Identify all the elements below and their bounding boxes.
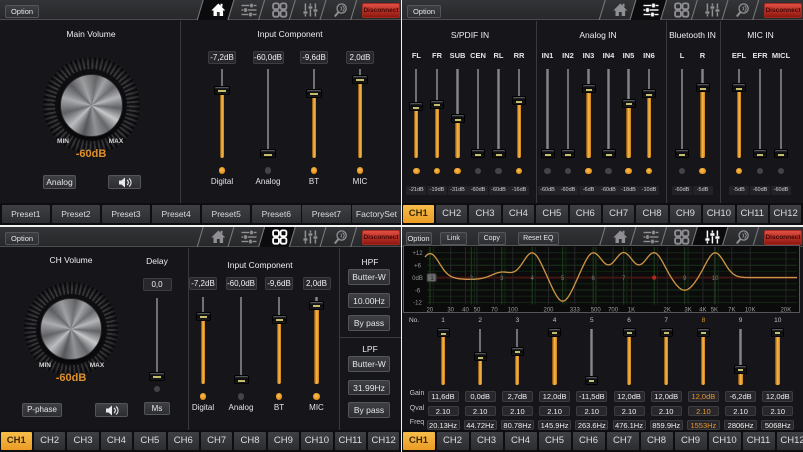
svg-text:20K: 20K (781, 308, 792, 314)
svg-text:4K: 4K (699, 308, 706, 314)
svg-text:+6: +6 (414, 264, 422, 270)
svg-text:2K: 2K (664, 308, 671, 314)
svg-text:-12: -12 (413, 301, 422, 307)
svg-text:+12: +12 (412, 251, 423, 257)
svg-text:3K: 3K (684, 308, 691, 314)
svg-text:50: 50 (474, 308, 481, 314)
svg-text:40: 40 (462, 308, 469, 314)
svg-text:10K: 10K (745, 308, 756, 314)
svg-text:200: 200 (543, 308, 554, 314)
svg-text:100: 100 (508, 308, 519, 314)
svg-text:10: 10 (712, 276, 719, 282)
svg-text:500: 500 (591, 308, 602, 314)
svg-text:1K: 1K (628, 308, 635, 314)
svg-text:0dB: 0dB (412, 276, 423, 282)
svg-text:30: 30 (447, 308, 454, 314)
svg-text:5K: 5K (711, 308, 718, 314)
svg-text:700: 700 (608, 308, 619, 314)
svg-text:20: 20 (426, 308, 433, 314)
svg-text:-6: -6 (415, 288, 421, 294)
svg-text:7K: 7K (728, 308, 735, 314)
svg-text:70: 70 (491, 308, 498, 314)
svg-text:333: 333 (570, 308, 581, 314)
